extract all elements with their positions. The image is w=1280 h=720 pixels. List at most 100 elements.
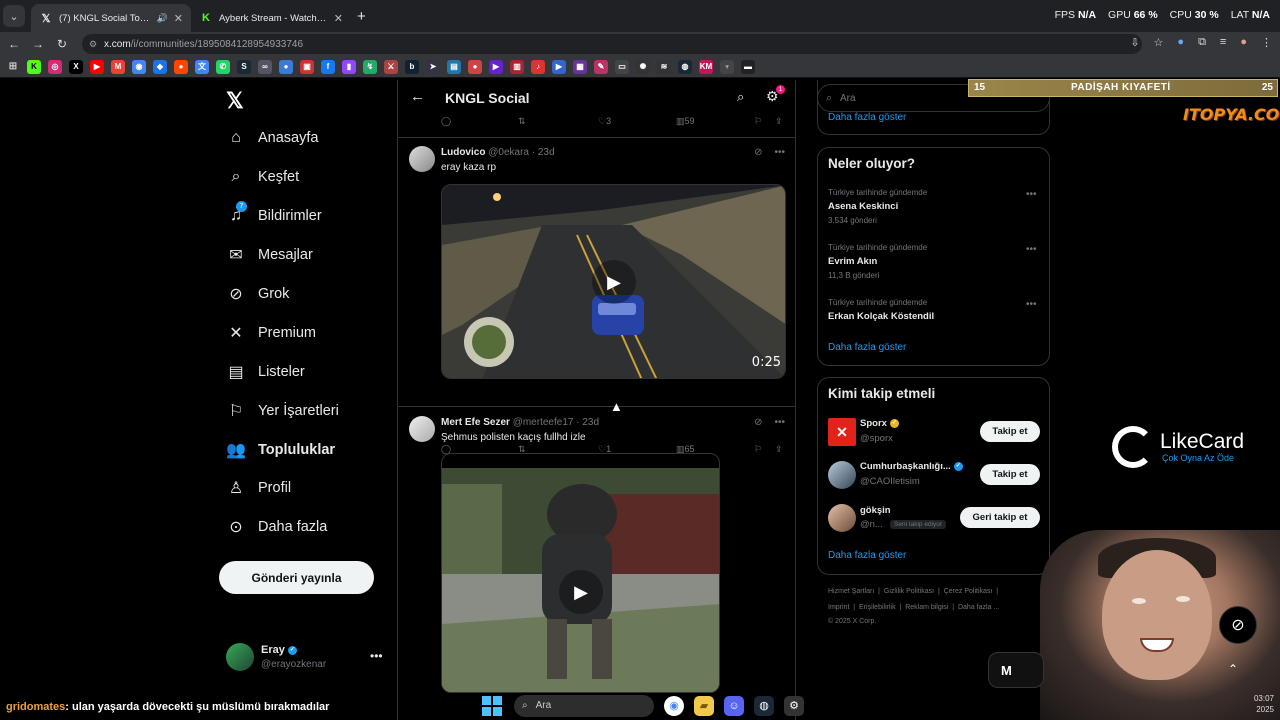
discord-icon[interactable]: ☺ (724, 695, 744, 716)
share-icon[interactable]: ⇪ (775, 116, 783, 127)
play-icon[interactable]: ▶ (559, 570, 603, 614)
avatar[interactable]: ✕ (828, 418, 856, 446)
tweet-video[interactable]: ▶ 0:25 (441, 184, 786, 379)
follow-back-button[interactable]: Geri takip et (960, 507, 1040, 528)
reddit-bookmark-icon[interactable]: ● (174, 59, 188, 74)
follow-button[interactable]: Takip et (980, 464, 1040, 485)
news-bookmark-icon[interactable]: ▣ (300, 59, 314, 74)
forward-icon[interactable]: → (26, 37, 50, 51)
tweet-author[interactable]: Mert Efe Sezer @merteefe17 · 23d (441, 417, 599, 428)
nav-explore[interactable]: ⌕ Keşfet (226, 164, 300, 190)
more-icon[interactable]: ••• (774, 417, 785, 428)
post-button[interactable]: Gönderi yayınla (219, 561, 374, 594)
nav-lists[interactable]: ▤ Listeler (226, 359, 304, 385)
more-icon[interactable]: ••• (1026, 189, 1037, 200)
footer-link[interactable]: Gizlilik Politikası (884, 588, 934, 595)
link-bookmark-icon[interactable]: ∞ (258, 59, 272, 74)
nav-messages[interactable]: ✉ Mesajlar (226, 242, 313, 268)
gear-bookmark-icon[interactable]: ✺ (636, 59, 650, 74)
system-clock[interactable]: 03:07 2025 (1244, 693, 1274, 715)
doc-bookmark-icon[interactable]: ▤ (447, 59, 461, 74)
avatar[interactable] (828, 461, 856, 489)
tab-ayberk-stream[interactable]: K Ayberk Stream - Watch Live on ✕ (191, 4, 351, 32)
follow-button[interactable]: Takip et (980, 421, 1040, 442)
chrome-taskbar-icon[interactable]: ◉ (664, 695, 684, 716)
reply-icon[interactable]: ◯ (441, 116, 451, 127)
grok-icon[interactable]: ⊘ (754, 417, 762, 428)
bookmark-icon[interactable]: ⚐ (754, 116, 762, 127)
gmail-bookmark-icon[interactable]: M (111, 59, 125, 74)
more-icon[interactable]: ••• (370, 649, 383, 663)
nav-more[interactable]: ⊙ Daha fazla (226, 514, 327, 540)
profile-avatar-icon[interactable]: ● (1240, 36, 1247, 49)
chrome-bookmark-icon[interactable]: ◉ (132, 59, 146, 74)
nav-grok[interactable]: ⊘ Grok (226, 281, 289, 307)
apps-icon[interactable]: ⊞ (6, 60, 20, 74)
youtube-bookmark-icon[interactable]: ▶ (90, 59, 104, 74)
new-tab-button[interactable]: + (357, 8, 366, 25)
cup-bookmark-icon[interactable]: ♆ (720, 59, 734, 74)
trend-name[interactable]: Erkan Kolçak Köstendil (828, 311, 934, 322)
stats-bookmark-icon[interactable]: ▥ (510, 59, 524, 74)
site-bookmark-icon[interactable]: ● (279, 59, 293, 74)
file-explorer-icon[interactable]: ▰ (694, 695, 714, 716)
grok-icon[interactable]: ⊘ (754, 147, 762, 158)
avatar[interactable] (409, 416, 435, 442)
game-bookmark-icon[interactable]: ⚔ (384, 59, 398, 74)
like-button[interactable]: ♡ 3 (598, 116, 611, 127)
twitch-bookmark-icon[interactable]: ▮ (342, 59, 356, 74)
trend-name[interactable]: Evrim Akın (828, 256, 877, 267)
star-icon[interactable]: ☆ (1154, 36, 1164, 49)
shop-bookmark-icon[interactable]: ↯ (363, 59, 377, 74)
tweet[interactable]: Ludovico @0ekara · 23d ⊘ ••• eray kaza rp… (398, 137, 795, 454)
suggested-name[interactable]: Sporx ✓ (860, 418, 899, 429)
puzzle-icon[interactable]: ⧉ (1198, 36, 1206, 49)
video-bookmark-icon[interactable]: ▶ (489, 59, 503, 74)
web-bookmark-icon[interactable]: ◆ (153, 59, 167, 74)
tweet[interactable]: Mert Efe Sezer @merteefe17 · 23d ⊘ ••• Şe… (398, 406, 795, 720)
show-more-link[interactable]: Daha fazla göster (828, 112, 906, 123)
tweet-menu[interactable]: ⊘ ••• (754, 147, 785, 158)
app-icon[interactable]: ⚙ (784, 695, 804, 716)
close-tab-icon[interactable]: ✕ (334, 12, 343, 25)
avatar[interactable] (828, 504, 856, 532)
retweet-icon[interactable]: ⇅ (518, 116, 526, 127)
pen-bookmark-icon[interactable]: ✎ (594, 59, 608, 74)
b-bookmark-icon[interactable]: b (405, 59, 419, 74)
x-bookmark-icon[interactable]: X (69, 59, 83, 74)
show-more-link[interactable]: Daha fazla göster (828, 342, 906, 353)
steam-icon[interactable]: ◍ (754, 695, 774, 716)
footer-link[interactable]: Çerez Politikası (944, 588, 993, 595)
footer-link[interactable]: Reklam bilgisi (905, 604, 948, 611)
footer-link[interactable]: Hizmet Şartları (828, 588, 874, 595)
more-icon[interactable]: ••• (774, 147, 785, 158)
nav-notifications[interactable]: ♫ 7 Bildirimler (226, 201, 322, 229)
views-button[interactable]: ▥ 59 (676, 116, 695, 127)
steam2-bookmark-icon[interactable]: ◍ (678, 59, 692, 74)
back-icon[interactable]: ← (2, 37, 26, 51)
nav-profile[interactable]: ♙ Profil (226, 475, 291, 501)
menu-icon[interactable]: ⋮ (1261, 36, 1272, 49)
nav-premium[interactable]: ✕ Premium (226, 320, 316, 346)
address-bar[interactable]: ⚙ x.com/i/communities/189508412895493374… (82, 34, 1142, 54)
nav-communities[interactable]: 👥 Topluluklar (226, 437, 335, 463)
whatsapp-bookmark-icon[interactable]: ✆ (216, 59, 230, 74)
translate-bookmark-icon[interactable]: 文 (195, 59, 209, 74)
tab-kngl-social[interactable]: 𝕏 (7) KNGL Social Topluluk / X 🔊 ✕ (31, 4, 191, 32)
install-icon[interactable]: ⇩ (1130, 36, 1139, 49)
close-tab-icon[interactable]: ✕ (174, 12, 183, 25)
account-switcher[interactable]: Eray ✓ @erayozkenar ••• (226, 643, 386, 673)
footer-link[interactable]: Daha fazla ... (958, 604, 999, 611)
tweet-author[interactable]: Ludovico @0ekara · 23d (441, 147, 555, 158)
play-icon[interactable]: ▶ (592, 260, 636, 304)
taskbar-search[interactable]: ⌕ Ara (514, 694, 654, 717)
tab-search-button[interactable]: ⌄ (3, 5, 25, 27)
facebook-bookmark-icon[interactable]: f (321, 59, 335, 74)
grok-fab-icon[interactable]: ⊘ (1219, 606, 1257, 644)
nav-bookmarks[interactable]: ⚐ Yer İşaretleri (226, 398, 339, 424)
extension-icon[interactable]: ● (1177, 36, 1184, 49)
site-info-icon[interactable]: ⚙ (89, 39, 97, 50)
folder-bookmark-icon[interactable]: ▦ (573, 59, 587, 74)
suggested-name[interactable]: Cumhurbaşkanlığı... ✓ (860, 461, 963, 472)
bar-bookmark-icon[interactable]: ▭ (615, 59, 629, 74)
